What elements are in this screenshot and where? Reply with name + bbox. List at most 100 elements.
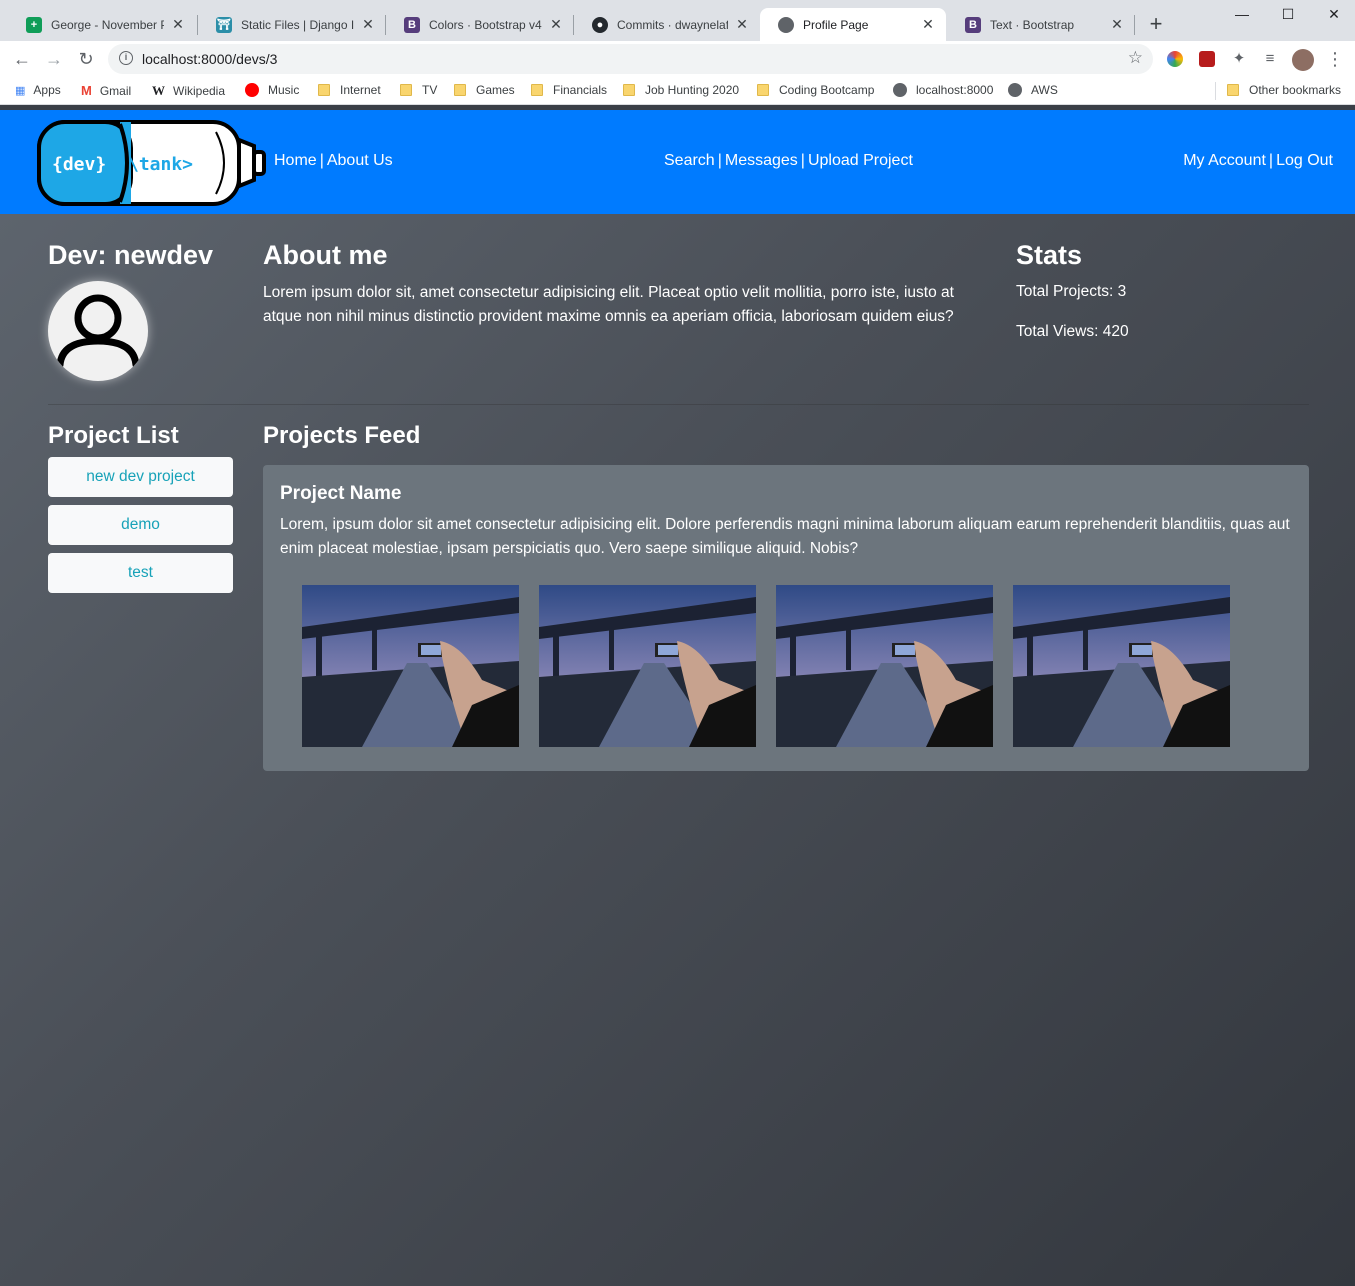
bookmark-folder-job-hunting[interactable]: Job Hunting 2020	[623, 83, 739, 97]
stat-total-projects: Total Projects: 3	[1016, 283, 1127, 300]
nav-left: Home | About Us	[274, 152, 393, 170]
close-icon[interactable]: ✕	[170, 16, 186, 33]
site-header: {dev} \tank> Home | About Us Search | Messag…	[0, 110, 1355, 214]
browser-tab[interactable]: ⛩ Static Files | Django Intr ✕	[198, 8, 386, 41]
nav-search-link[interactable]: Search	[664, 152, 715, 169]
close-icon[interactable]: ✕	[548, 16, 564, 33]
project-card-title: Project Name	[280, 483, 402, 504]
tab-title: George - November Py	[51, 17, 164, 32]
project-photo	[302, 585, 519, 747]
django-icon: ⛩	[216, 16, 232, 33]
close-window-button[interactable]: ✕	[1311, 0, 1355, 28]
extensions-puzzle-icon[interactable]: ✦	[1227, 47, 1251, 71]
dev-tank-logo[interactable]: {dev} \tank>	[36, 116, 268, 210]
project-image[interactable]	[1013, 585, 1230, 747]
menu-dots-icon[interactable]: ⋮	[1323, 47, 1347, 71]
media-queue-icon[interactable]: ≡	[1258, 47, 1282, 71]
project-image[interactable]	[776, 585, 993, 747]
bookmark-star-icon[interactable]: ☆	[1128, 48, 1143, 68]
new-tab-button[interactable]: +	[1144, 10, 1168, 38]
gmail-icon: M	[81, 83, 92, 98]
browser-tab[interactable]: B Text · Bootstrap ✕	[947, 8, 1135, 41]
project-photo	[1013, 585, 1230, 747]
bootstrap-icon: B	[965, 16, 981, 33]
folder-icon	[400, 84, 412, 96]
nav-about-link[interactable]: About Us	[327, 152, 393, 169]
bookmark-folder-coding-bootcamp[interactable]: Coding Bootcamp	[757, 83, 874, 97]
bookmark-other[interactable]: Other bookmarks	[1227, 83, 1341, 97]
nav-logout-link[interactable]: Log Out	[1276, 152, 1333, 169]
bookmark-label: Financials	[553, 83, 608, 97]
maximize-button[interactable]: ☐	[1265, 0, 1311, 28]
bookmark-label: Games	[476, 83, 515, 97]
bookmark-label: Apps	[33, 83, 61, 97]
profile-avatar-icon[interactable]	[1292, 49, 1314, 71]
browser-tabstrip: + George - November Py ✕ ⛩ Static Files …	[0, 0, 1355, 41]
bookmark-label: AWS	[1031, 83, 1058, 97]
bookmark-gmail[interactable]: M Gmail	[81, 83, 131, 98]
project-button-new-dev-project[interactable]: new dev project	[48, 457, 233, 497]
project-image[interactable]	[302, 585, 519, 747]
project-button-demo[interactable]: demo	[48, 505, 233, 545]
url-text[interactable]: localhost:8000/devs/3	[142, 51, 277, 67]
bookmark-folder-internet[interactable]: Internet	[318, 83, 381, 97]
bookmark-label: Job Hunting 2020	[645, 83, 740, 97]
globe-icon	[1008, 83, 1022, 97]
nav-separator: |	[1268, 152, 1274, 169]
address-bar[interactable]: i localhost:8000/devs/3 ☆	[108, 44, 1153, 74]
folder-icon	[454, 84, 466, 96]
browser-tab[interactable]: + George - November Py ✕	[8, 8, 196, 41]
github-icon: ●	[592, 16, 608, 33]
close-icon[interactable]: ✕	[920, 16, 936, 33]
close-icon[interactable]: ✕	[1109, 16, 1125, 33]
close-icon[interactable]: ✕	[360, 16, 376, 33]
wikipedia-icon: W	[152, 83, 165, 98]
bookmark-folder-tv[interactable]: TV	[400, 83, 437, 97]
project-photo	[539, 585, 756, 747]
bookmark-separator	[1215, 82, 1216, 100]
info-icon[interactable]: i	[119, 51, 133, 65]
minimize-button[interactable]: —	[1219, 0, 1265, 28]
nav-right: My Account | Log Out	[1183, 152, 1333, 170]
close-icon[interactable]: ✕	[734, 16, 750, 33]
tab-title: Text · Bootstrap	[990, 17, 1075, 32]
logo-text-tank: \tank>	[128, 154, 193, 175]
bookmark-aws[interactable]: AWS	[1008, 83, 1058, 97]
back-button[interactable]: ←	[10, 47, 34, 71]
bookmark-music[interactable]: Music	[245, 83, 299, 97]
folder-icon	[531, 84, 543, 96]
browser-tab[interactable]: ● Commits · dwaynelafor ✕	[574, 8, 760, 41]
project-card[interactable]: Project Name Lorem, ipsum dolor sit amet…	[263, 465, 1309, 771]
apps-grid-icon: ▦	[15, 84, 26, 97]
bookmark-folder-financials[interactable]: Financials	[531, 83, 607, 97]
project-button-test[interactable]: test	[48, 553, 233, 593]
browser-toolbar: ← → ↻ i localhost:8000/devs/3 ☆ ✦ ≡ ⋮	[0, 41, 1355, 77]
reload-button[interactable]: ↻	[74, 47, 98, 71]
section-divider	[48, 404, 1309, 405]
tab-title: Profile Page	[803, 17, 869, 32]
nav-upload-project-link[interactable]: Upload Project	[808, 152, 913, 169]
bookmark-folder-games[interactable]: Games	[454, 83, 515, 97]
project-image[interactable]	[539, 585, 756, 747]
browser-tab[interactable]: B Colors · Bootstrap v4.5 ✕	[386, 8, 574, 41]
nav-home-link[interactable]: Home	[274, 152, 317, 169]
stats-title: Stats	[1016, 240, 1083, 270]
bookmark-localhost[interactable]: localhost:8000	[893, 83, 993, 97]
color-picker-extension-icon[interactable]	[1167, 51, 1183, 67]
folder-icon	[1227, 84, 1239, 96]
project-photo	[776, 585, 993, 747]
bookmark-apps[interactable]: ▦ Apps	[15, 83, 61, 97]
folder-icon	[623, 84, 635, 96]
nav-my-account-link[interactable]: My Account	[1183, 152, 1266, 169]
bookmark-label: Wikipedia	[173, 84, 226, 98]
nav-messages-link[interactable]: Messages	[725, 152, 798, 169]
tab-title: Static Files | Django Intr	[241, 17, 354, 32]
browser-tab-active[interactable]: Profile Page ✕	[760, 8, 946, 41]
nav-separator: |	[800, 152, 805, 169]
ublock-extension-icon[interactable]	[1199, 51, 1215, 67]
bookmark-label: Other bookmarks	[1249, 83, 1342, 97]
bookmark-wikipedia[interactable]: W Wikipedia	[152, 83, 225, 99]
youtube-music-icon	[245, 83, 259, 97]
forward-button[interactable]: →	[42, 47, 66, 71]
about-text: Lorem ipsum dolor sit, amet consectetur …	[263, 284, 954, 325]
